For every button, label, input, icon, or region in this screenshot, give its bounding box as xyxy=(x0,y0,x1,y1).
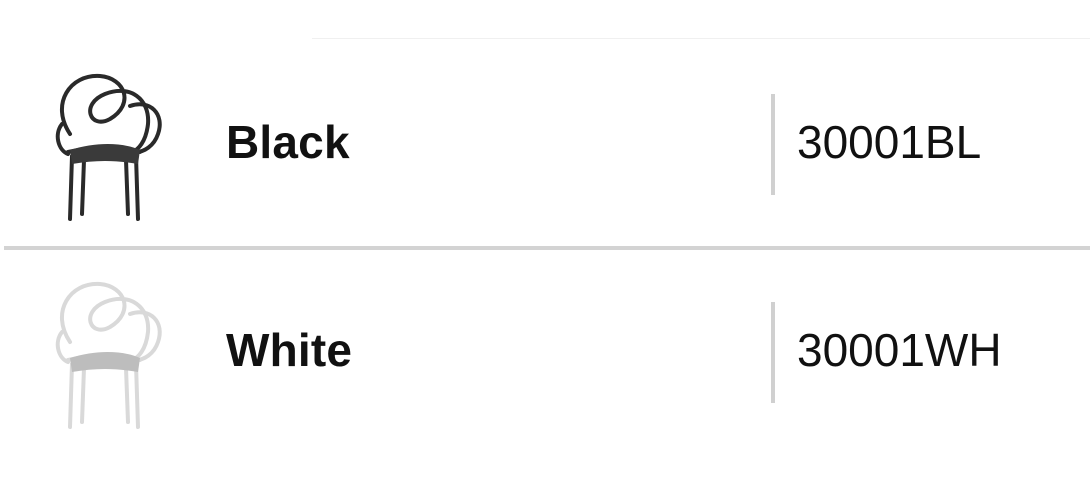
color-name-label: Black xyxy=(226,116,350,168)
black-loop-chair-icon xyxy=(40,64,170,224)
variant-row-white[interactable]: White 30001WH xyxy=(0,254,1090,454)
chair-svg-white xyxy=(55,281,162,429)
white-loop-chair-icon xyxy=(40,272,170,432)
top-divider xyxy=(312,38,1090,39)
column-separator xyxy=(771,302,775,403)
color-name-label: White xyxy=(226,324,353,376)
column-separator xyxy=(771,94,775,195)
sku-code: 30001WH xyxy=(797,324,1002,376)
variant-row-black[interactable]: Black 30001BL xyxy=(0,46,1090,246)
sku-code: 30001BL xyxy=(797,116,982,168)
chair-svg-black xyxy=(55,73,162,221)
row-divider xyxy=(4,246,1090,250)
